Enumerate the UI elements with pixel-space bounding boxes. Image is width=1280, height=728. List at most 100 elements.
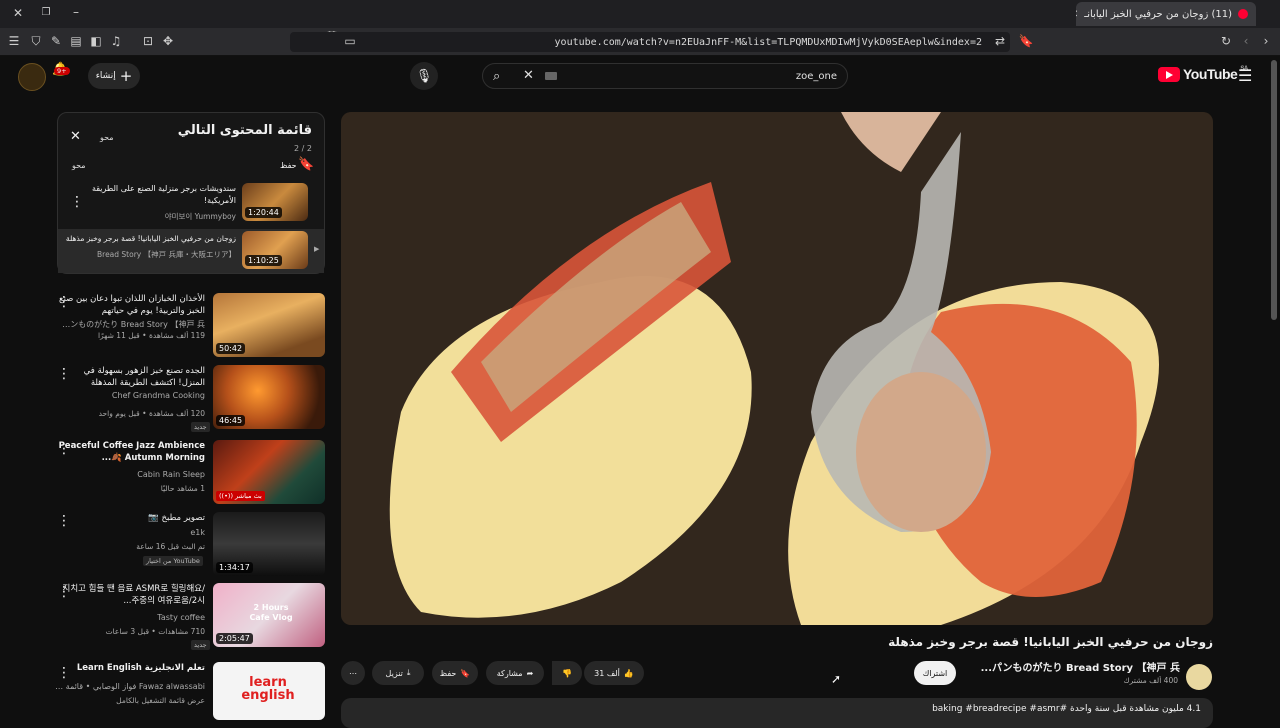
playlist-channel: Fawaz alwassabi فواز الوصابي • قائمة تشغ… [55,682,205,691]
sidebar-icon[interactable]: ◧ [88,34,104,50]
more-actions-icon[interactable]: ⋮ [57,442,71,456]
channel-avatar[interactable] [1186,664,1212,690]
video-meta: 710 مشاهدات • قبل 3 ساعات [105,627,205,636]
more-actions-icon[interactable]: ⋮ [70,195,84,209]
video-player[interactable] [341,112,1213,625]
clear-queue-button[interactable]: محو [100,133,114,142]
subscribe-button[interactable]: اشتراك [914,661,956,685]
save-label: حفظ [439,668,457,678]
queue-item-title: زوجان من حرفيي الخبز اليابانيا! قصة برجر… [65,234,236,243]
queue-item-channel: Bread Story 【神戸 兵庫・大阪エリア】 [97,250,236,259]
reader-mode-icon[interactable]: ▭ [342,34,358,50]
back-icon[interactable]: ‹ [1238,34,1254,50]
screenshot-icon[interactable]: ⊡ [140,34,156,50]
queue-thumbnail: 1:20:44 [242,183,308,221]
more-actions-icon[interactable]: ⋮ [57,295,71,309]
tab-close-icon[interactable]: ✕ [1076,9,1078,20]
more-actions-icon[interactable]: ⋮ [57,585,71,599]
recommendation-playlist[interactable]: learn english تعلم الانجليزية Learn Engl… [55,662,325,720]
translate-icon[interactable]: ⇄ [992,34,1008,50]
youtube-logo[interactable]: YouTube SA [1158,66,1248,82]
playlist-title: تعلم الانجليزية Learn English [76,663,205,673]
window-minimize-icon[interactable]: – [68,5,84,21]
search-box[interactable]: ⌕ ✕ zoe_one [482,63,848,89]
video-meta: 120 ألف مشاهدة • قبل يوم واحد [98,409,205,418]
queue-item-current[interactable]: 1:10:25 زوجان من حرفيي الخبز اليابانيا! … [58,229,324,273]
bookmark-icon[interactable]: 🔖 [1018,34,1034,50]
recommendation-item[interactable]: 50:42 الأخذان الخبازان اللذان تبوا دعان … [55,293,325,361]
music-icon[interactable]: ♫ [108,34,124,50]
avatar[interactable] [18,63,46,91]
url-field[interactable]: youtube.com/watch?v=n2EUaJnFF-M&list=TLP… [290,32,1010,52]
more-actions-icon[interactable]: ⋮ [57,367,71,381]
reload-icon[interactable]: ↻ [1218,34,1234,50]
share-button[interactable]: مشاركة ➦ [486,661,544,685]
voice-search-button[interactable]: 🎙 [410,62,438,90]
video-title: زوجان من حرفيي الخبز اليابانيا! قصة برجر… [888,635,1213,649]
queue-item[interactable]: 1:20:44 سندويشات برجر منزلية الصنع على ا… [58,181,324,225]
save-button[interactable]: حفظ 🔖 [432,661,478,685]
forward-icon[interactable]: › [1258,34,1274,50]
search-input[interactable]: zoe_one [796,71,837,82]
video-title: تصوير مطبخ 📷 [148,513,205,523]
recommendation-item[interactable]: 1:34:17 تصوير مطبخ 📷 e1k تم البث قبل 16 … [57,512,325,580]
channel-name: e1k [190,528,205,537]
save-playlist-icon[interactable]: 🔖 [298,157,314,172]
extensions-icon[interactable]: ✎ [48,34,64,50]
youtube-play-icon [1158,66,1180,82]
view-full-playlist-link[interactable]: عرض قائمة التشغيل بالكامل [55,696,205,705]
tabs-icon[interactable]: ▤ [68,34,84,50]
search-icon[interactable]: ⌕ [493,69,500,84]
more-actions-icon[interactable]: ⋮ [57,666,71,680]
save-queue-label[interactable]: حفظ [280,161,297,170]
mouse-cursor-icon: ➚ [831,672,842,686]
video-meta: 1 مشاهد حاليًا [160,484,205,493]
download-button[interactable]: تنزيل ⤓ [372,661,424,685]
recommendation-item[interactable]: 46:45 الجده تصنع خبز الزهور بسهولة في ال… [57,365,325,433]
keyboard-icon[interactable] [545,72,557,80]
video-title: 지치고 힘들 땐 음료 ASMR로 힐링해요/주중의 여유로움/2시... [62,584,206,606]
live-badge: ((•)) بث مباشر [216,491,265,501]
video-thumbnail: 2 Hours Cafe Vlog 2:05:47 [213,583,325,647]
queue-count: 2 / 2 [294,144,312,153]
like-button[interactable]: 31 ألف 👍 [584,661,644,685]
guide-menu-icon[interactable]: ☰ [1238,66,1252,85]
channel-name: パンものがたり Bread Story 【神戸 兵... [55,320,205,329]
window-maximize-icon[interactable]: ❐ [38,6,54,22]
queue-title: قائمة المحتوى التالي [177,123,312,138]
description-box[interactable]: 4.1 مليون مشاهدة قبل سنة واحدة #baking #… [341,698,1213,728]
recommendation-item[interactable]: ((•)) بث مباشر Peaceful Coffee Jazz Ambi… [57,440,325,508]
duration-badge: 1:20:44 [245,207,282,218]
thumbs-down-icon: 👎 [562,668,572,678]
new-badge: جديد [191,422,210,432]
playlist-thumbnail: learn english [213,662,325,720]
shield-icon[interactable]: ⛉ [28,34,44,50]
download-icon: ⤓ [406,668,411,677]
more-actions-icon[interactable]: ⋮ [57,514,71,528]
page-scrollbar[interactable] [1271,60,1277,320]
create-button[interactable]: إنشاء + [88,63,140,89]
more-actions-button[interactable]: ⋯ [341,661,365,685]
thumbs-up-icon: 👍 [623,668,634,678]
more-horizontal-icon: ⋯ [349,668,357,678]
video-thumbnail: 1:34:17 [213,512,325,576]
window-close-icon[interactable]: ✕ [10,6,26,22]
new-badge: جديد [191,640,210,650]
clear-search-icon[interactable]: ✕ [523,68,534,83]
puzzle-icon[interactable]: ✥ [160,34,176,50]
video-thumbnail: 46:45 [213,365,325,429]
channel-name[interactable]: パンものがたり Bread Story 【神戸 兵... [970,659,1180,674]
browser-tab[interactable]: (11) زوجان من حرفيي الخبز اليابانـ ✕ [1076,2,1256,26]
address-toolbar: ☰ ⛉ ✎ ▤ ◧ ♫ ⊡ ✥ ▲ ◈ 10 youtube.com/watch… [0,28,1280,56]
like-count: 31 ألف [594,668,620,678]
clear-queue-button-2[interactable]: محو [72,161,86,170]
youtube-favicon-icon [1238,9,1248,19]
menu-icon[interactable]: ☰ [6,34,22,50]
channel-name: Cabin Rain Sleep [137,470,205,479]
dislike-button[interactable]: 👎 [552,661,582,685]
thumbnail-text: 2 Hours Cafe Vlog [249,603,293,622]
recommendation-item[interactable]: 2 Hours Cafe Vlog 2:05:47 지치고 힘들 땐 음료 AS… [57,583,325,651]
duration-badge: 1:10:25 [245,255,282,266]
close-queue-icon[interactable]: ✕ [70,129,81,144]
video-frame [341,112,1213,625]
